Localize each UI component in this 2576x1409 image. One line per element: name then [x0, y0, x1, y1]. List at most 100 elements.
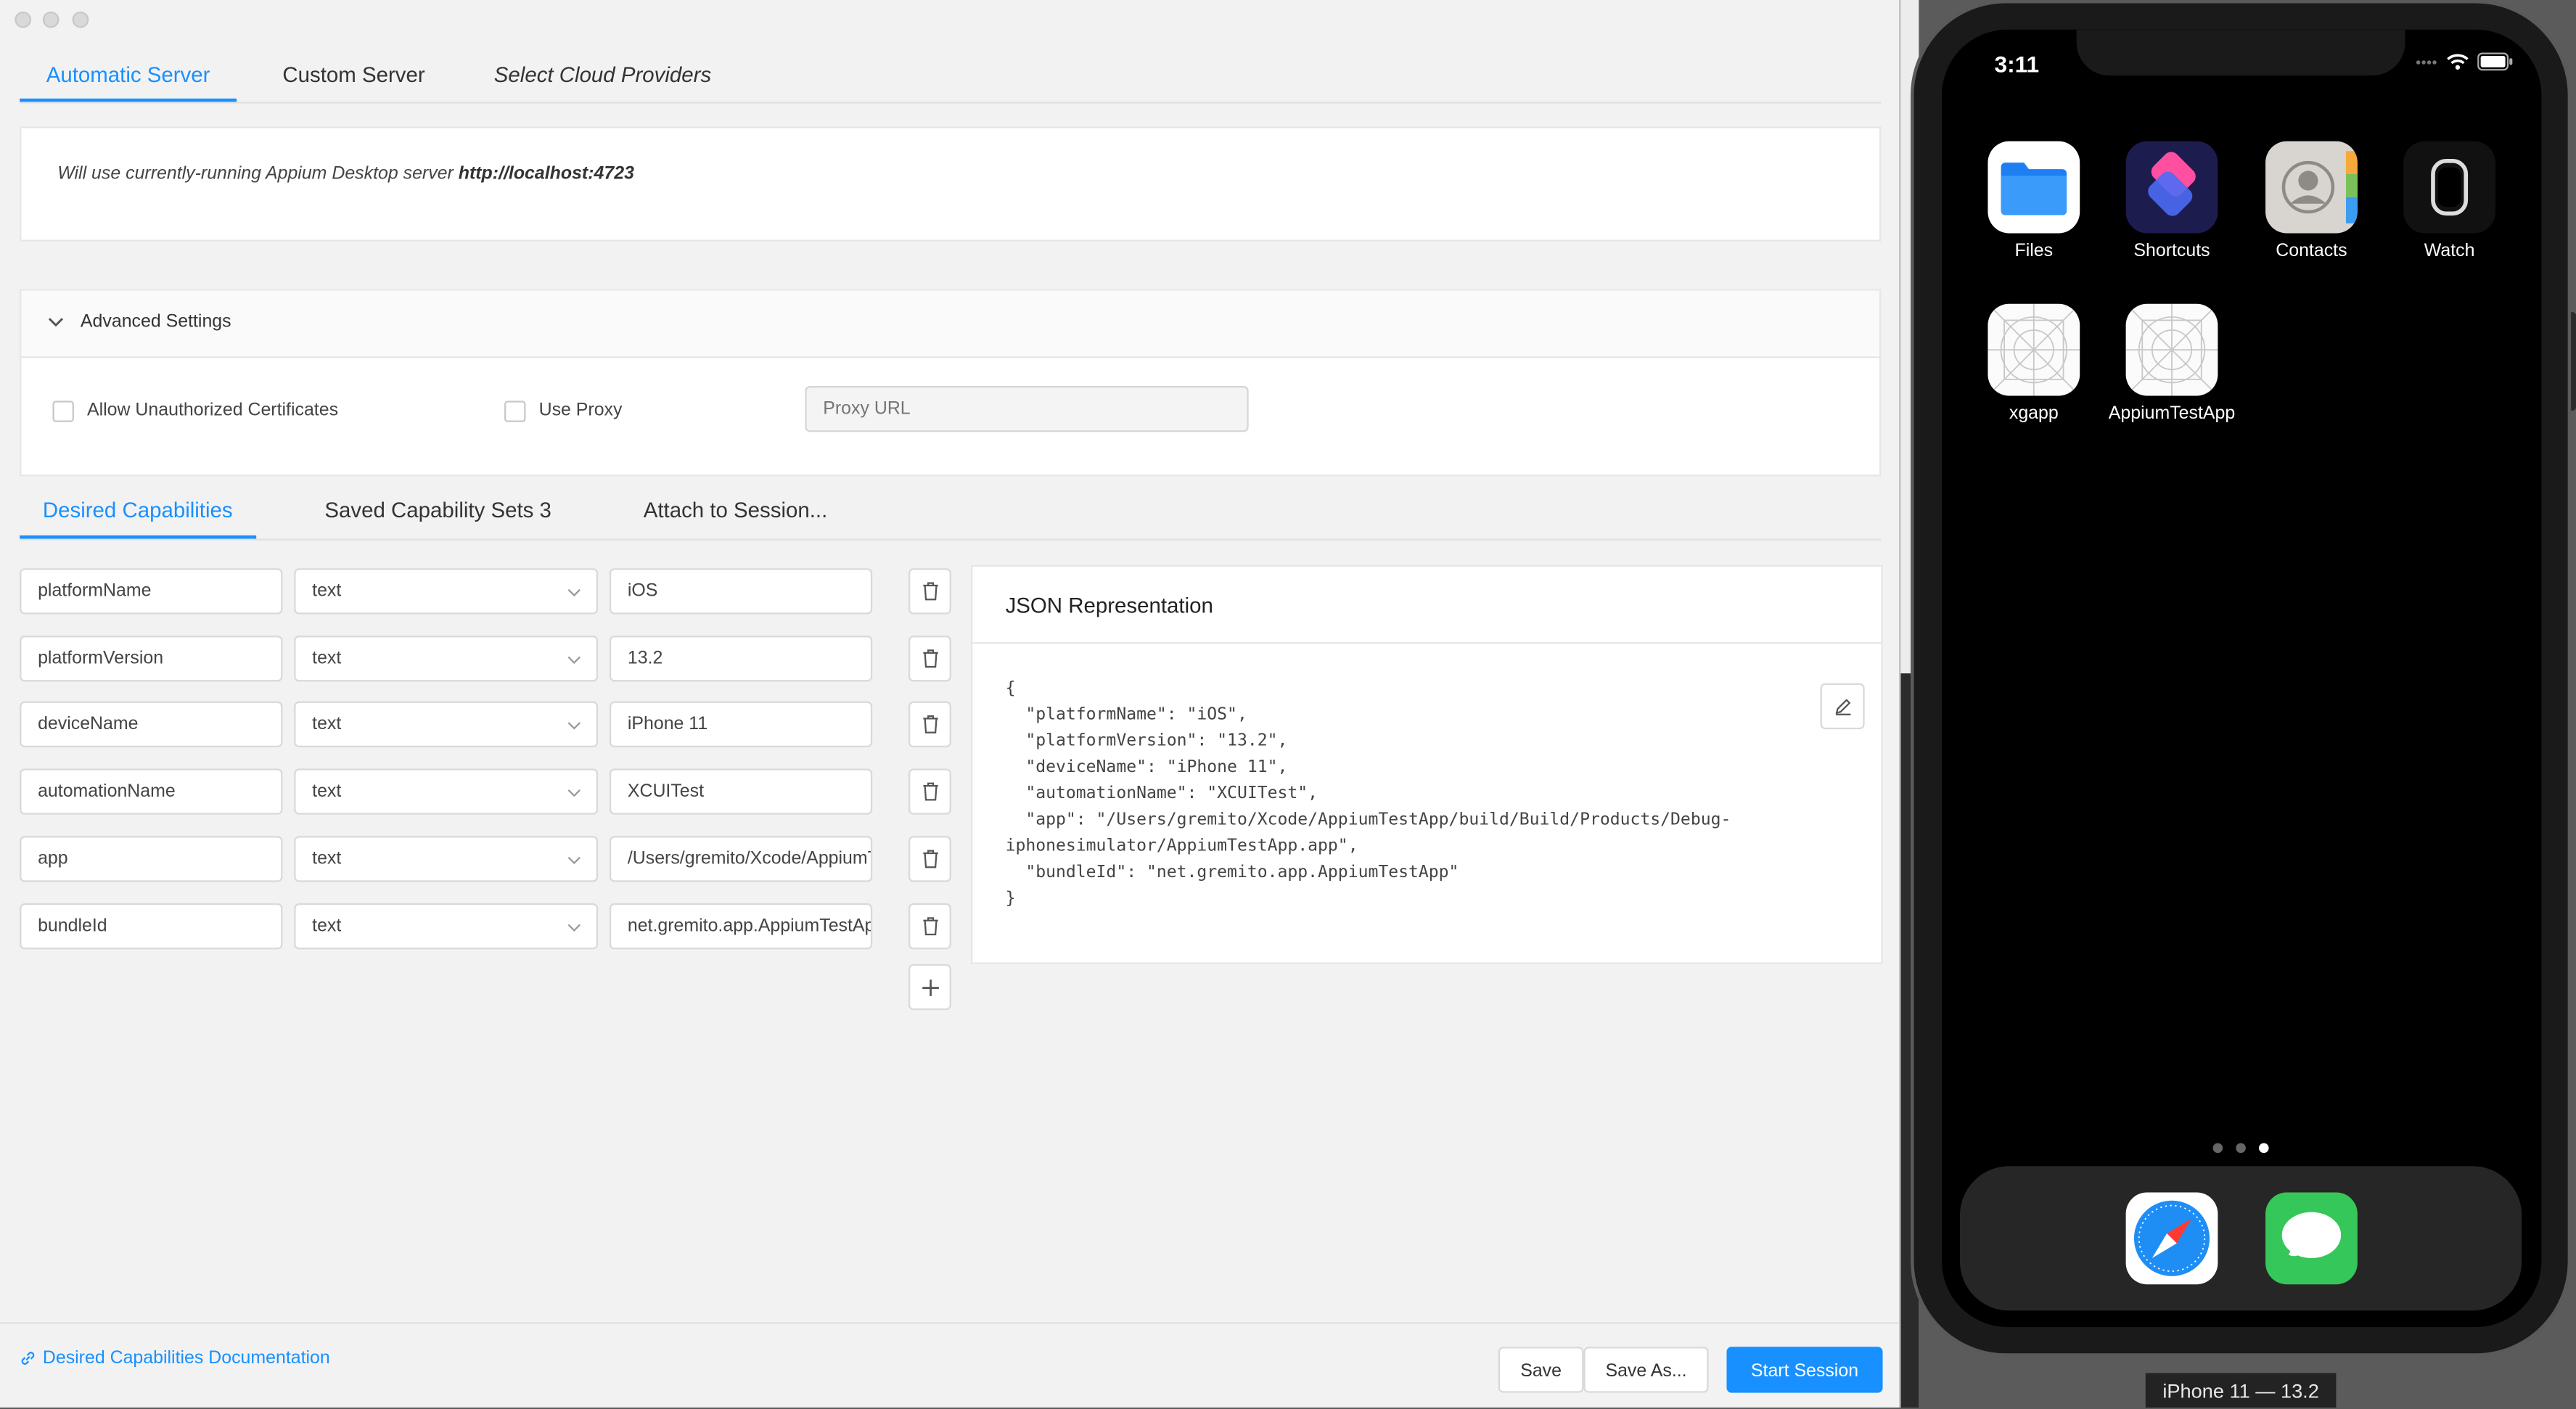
- delete-capability-button[interactable]: [908, 568, 951, 615]
- minimize-window-button[interactable]: [42, 11, 60, 28]
- docs-link-text: Desired Capabilities Documentation: [42, 1348, 330, 1368]
- battery-icon: [2477, 52, 2513, 71]
- status-bar-indicators: [2415, 52, 2514, 71]
- delete-capability-button[interactable]: [908, 635, 951, 681]
- chevron-down-icon: [48, 318, 64, 327]
- app-label: Files: [2014, 241, 2054, 261]
- app-xgapp[interactable]: xgapp: [1968, 303, 2099, 424]
- capability-type-select[interactable]: text: [294, 635, 599, 681]
- capability-type-value: text: [312, 781, 342, 802]
- capability-name-input[interactable]: app: [20, 835, 283, 882]
- wifi-icon: [2447, 54, 2469, 70]
- capability-value-input[interactable]: XCUITest: [609, 768, 873, 816]
- use-proxy-checkbox[interactable]: [504, 400, 526, 422]
- capability-value-input[interactable]: iOS: [609, 568, 873, 615]
- chevron-down-icon: [567, 856, 581, 864]
- dock-app-messages[interactable]: [2246, 1192, 2377, 1285]
- tab-label: Saved Capability Sets 3: [324, 497, 551, 522]
- capability-type-select[interactable]: text: [294, 702, 599, 748]
- footer: Desired Capabilities Documentation Save …: [0, 1322, 1900, 1409]
- tab-attach-to-session[interactable]: Attach to Session...: [620, 481, 850, 538]
- delete-capability-button[interactable]: [908, 835, 951, 882]
- capability-row: automationName text XCUITest: [20, 768, 953, 816]
- tab-desired-capabilities[interactable]: Desired Capabilities: [20, 481, 255, 539]
- tab-cloud-providers[interactable]: Select Cloud Providers: [471, 46, 734, 102]
- page-indicator[interactable]: [2212, 1143, 2269, 1154]
- dock-app-safari[interactable]: [2106, 1192, 2237, 1285]
- page-dot-active: [2259, 1143, 2269, 1154]
- capability-value-input[interactable]: 13.2: [609, 635, 873, 681]
- tab-label: Select Cloud Providers: [493, 61, 712, 86]
- allow-unauthorized-label: Allow Unauthorized Certificates: [86, 400, 339, 421]
- capabilities-docs-link[interactable]: Desired Capabilities Documentation: [20, 1348, 330, 1368]
- app-shortcuts[interactable]: Shortcuts: [2106, 141, 2237, 261]
- page-dot: [2212, 1143, 2223, 1154]
- simulator-device-caption: iPhone 11 — 13.2: [2145, 1373, 2337, 1408]
- capability-value-input[interactable]: iPhone 11: [609, 702, 873, 748]
- capability-type-select[interactable]: text: [294, 902, 599, 949]
- zoom-window-button[interactable]: [72, 11, 89, 28]
- capability-value-input[interactable]: /Users/gremito/Xcode/AppiumTestApp/build…: [609, 835, 873, 882]
- tab-label: Attach to Session...: [643, 497, 828, 522]
- save-as-button[interactable]: Save As...: [1583, 1347, 1709, 1393]
- json-representation-panel: JSON Representation { "platformName": "i…: [971, 564, 1883, 964]
- trash-icon: [923, 782, 938, 801]
- json-content: { "platformName": "iOS", "platformVersio…: [1005, 680, 1731, 908]
- edit-json-button[interactable]: [1820, 683, 1865, 730]
- capability-tabs: Desired Capabilities Saved Capability Se…: [20, 481, 1882, 541]
- allow-unauthorized-checkbox[interactable]: [52, 400, 74, 422]
- start-session-button[interactable]: Start Session: [1726, 1347, 1883, 1393]
- capability-type-select[interactable]: text: [294, 835, 599, 882]
- capability-name-input[interactable]: platformName: [20, 568, 283, 615]
- server-info-panel: Will use currently-running Appium Deskto…: [20, 126, 1882, 242]
- trash-icon: [923, 582, 938, 601]
- app-label: Watch: [2424, 241, 2475, 261]
- app-appiumtestapp[interactable]: AppiumTestApp: [2106, 303, 2237, 424]
- add-capability-button[interactable]: [908, 964, 951, 1011]
- advanced-settings-header[interactable]: Advanced Settings: [21, 290, 1880, 358]
- use-proxy-label: Use Proxy: [538, 400, 623, 421]
- app-label: Contacts: [2276, 241, 2347, 261]
- messages-icon: [2265, 1192, 2358, 1285]
- capability-row: deviceName text iPhone 11: [20, 702, 953, 748]
- capability-name-input[interactable]: bundleId: [20, 902, 283, 949]
- capability-type-select[interactable]: text: [294, 768, 599, 816]
- app-watch[interactable]: Watch: [2384, 141, 2515, 261]
- capability-type-value: text: [312, 648, 342, 668]
- tab-label: Automatic Server: [46, 61, 210, 86]
- server-info-text: Will use currently-running Appium Deskto…: [57, 164, 634, 184]
- shortcuts-icon: [2125, 141, 2218, 234]
- placeholder-app-icon: [1988, 303, 2080, 396]
- capability-name-input[interactable]: deviceName: [20, 702, 283, 748]
- tab-saved-capability-sets[interactable]: Saved Capability Sets 3: [302, 481, 575, 538]
- chevron-down-icon: [567, 789, 581, 797]
- capability-type-select[interactable]: text: [294, 568, 599, 615]
- proxy-url-input[interactable]: [805, 385, 1249, 432]
- app-contacts[interactable]: Contacts: [2246, 141, 2377, 261]
- placeholder-app-icon: [2125, 303, 2218, 396]
- close-window-button[interactable]: [15, 11, 32, 28]
- tab-custom-server[interactable]: Custom Server: [260, 46, 448, 102]
- page-dot: [2236, 1143, 2246, 1154]
- save-button[interactable]: Save: [1498, 1347, 1584, 1393]
- trash-icon: [923, 715, 938, 734]
- contacts-icon: [2265, 141, 2358, 234]
- delete-capability-button[interactable]: [908, 768, 951, 816]
- delete-capability-button[interactable]: [908, 902, 951, 949]
- app-label: Shortcuts: [2133, 241, 2210, 261]
- tab-automatic-server[interactable]: Automatic Server: [20, 46, 237, 102]
- capability-type-value: text: [312, 581, 342, 601]
- trash-icon: [923, 649, 938, 667]
- capability-row: app text/Users/gremito/Xcode/AppiumTestAp…: [20, 835, 953, 882]
- capability-name-input[interactable]: platformVersion: [20, 635, 283, 681]
- iphone-screen: 3:11 Files Shortcuts Contacts Watch xgap…: [1942, 29, 2542, 1328]
- capability-row: platformName text iOS: [20, 568, 953, 615]
- capability-name-input[interactable]: automationName: [20, 768, 283, 816]
- trash-icon: [923, 916, 938, 935]
- tab-label: Desired Capabilities: [42, 497, 233, 522]
- signal-icon: [2416, 59, 2437, 64]
- chevron-down-icon: [567, 923, 581, 931]
- delete-capability-button[interactable]: [908, 702, 951, 748]
- app-files[interactable]: Files: [1968, 141, 2099, 261]
- capability-value-input[interactable]: net.gremito.app.AppiumTestApp: [609, 902, 873, 949]
